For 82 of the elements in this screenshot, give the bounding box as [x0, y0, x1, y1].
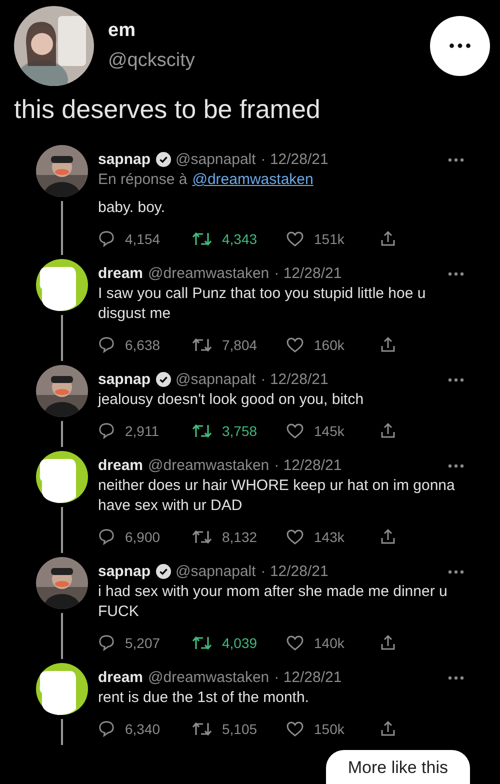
reply-label: En réponse à [98, 171, 188, 188]
more-like-this-button[interactable]: More like this [326, 750, 470, 784]
mention-link[interactable]: @dreamwastaken [192, 171, 314, 188]
more-icon[interactable] [448, 464, 464, 468]
more-icon[interactable] [448, 570, 464, 574]
tweet-text: baby. boy. [98, 198, 166, 218]
like-count: 160k [314, 336, 344, 352]
reply-count: 5,207 [125, 634, 160, 650]
user-name: sapnap [98, 371, 151, 388]
retweet-count: 8,132 [222, 528, 258, 544]
more-icon[interactable] [448, 272, 464, 276]
tweet-text: jealousy doesn't look good on you, bitch [98, 390, 365, 410]
user-name: sapnap [98, 151, 151, 168]
tweet-date: · 12/28/21 [274, 669, 342, 686]
tweet-text: i had sex with your mom after she made me dinner u FUCK [98, 582, 448, 622]
user-handle: @dreamwastaken [148, 457, 270, 474]
retweet-count: 4,343 [222, 230, 258, 246]
comment-icon[interactable] [98, 634, 115, 651]
avatar-icon [36, 663, 88, 715]
user-handle: @sapnapalt [176, 563, 256, 580]
like-count: 150k [314, 720, 344, 736]
retweet-count: 5,105 [222, 720, 258, 736]
author-handle: @qckscity [108, 50, 196, 72]
user-name: sapnap [98, 563, 151, 580]
like-count: 140k [314, 634, 344, 650]
heart-icon[interactable] [286, 230, 304, 246]
reply-count: 4,154 [125, 230, 160, 246]
comment-icon[interactable] [98, 230, 115, 247]
like-count: 151k [314, 230, 344, 246]
retweet-icon[interactable] [192, 336, 212, 352]
tweet-date: · 12/28/21 [274, 457, 342, 474]
more-icon[interactable] [448, 158, 464, 162]
comment-icon[interactable] [98, 528, 115, 545]
more-icon[interactable] [448, 378, 464, 382]
user-handle: @sapnapalt [176, 371, 256, 388]
retweet-icon[interactable] [192, 230, 212, 246]
comment-icon[interactable] [98, 336, 115, 353]
tweet-date: · 12/28/21 [260, 563, 328, 580]
avatar-icon [36, 259, 88, 311]
tweet-text: neither does ur hair WHORE keep ur hat on im gonna have sex with ur DAD [98, 476, 456, 516]
reply-count: 2,911 [125, 422, 159, 438]
tweet-date: · 12/28/21 [274, 265, 342, 282]
tweet-text: rent is due the 1st of the month. [98, 688, 310, 708]
share-icon[interactable] [380, 336, 396, 353]
retweet-icon[interactable] [192, 634, 212, 650]
share-icon[interactable] [380, 230, 396, 247]
comment-icon[interactable] [98, 720, 115, 737]
share-icon[interactable] [380, 720, 396, 737]
retweet-count: 3,758 [222, 422, 258, 438]
reply-count: 6,638 [125, 336, 160, 352]
user-name: dream [98, 669, 144, 686]
user-name: dream [98, 265, 144, 282]
more-icon[interactable] [449, 43, 471, 49]
share-icon[interactable] [380, 422, 396, 439]
user-handle: @dreamwastaken [148, 265, 270, 282]
user-handle: @sapnapalt [176, 151, 256, 168]
reply-count: 6,900 [125, 528, 160, 544]
heart-icon[interactable] [286, 528, 304, 544]
more-icon[interactable] [448, 676, 464, 680]
comment-icon[interactable] [98, 422, 115, 439]
post-text: this deserves to be framed [13, 93, 322, 125]
like-count: 145k [314, 422, 344, 438]
heart-icon[interactable] [286, 422, 304, 438]
user-name: dream [98, 457, 144, 474]
heart-icon[interactable] [286, 720, 304, 736]
retweet-icon[interactable] [192, 422, 212, 438]
reply-count: 6,340 [125, 720, 160, 736]
heart-icon[interactable] [286, 634, 304, 650]
share-icon[interactable] [380, 528, 396, 545]
heart-icon[interactable] [286, 336, 304, 352]
retweet-count: 4,039 [222, 634, 258, 650]
author-name: em [108, 20, 136, 42]
avatar-icon [36, 451, 88, 503]
tweet-text: I saw you call Punz that too you stupid little hoe u disgust me [98, 284, 427, 324]
retweet-icon[interactable] [192, 720, 212, 736]
tweet-date: · 12/28/21 [260, 371, 328, 388]
user-handle: @dreamwastaken [148, 669, 270, 686]
tweet-date: · 12/28/21 [260, 151, 328, 168]
like-count: 143k [314, 528, 344, 544]
share-icon[interactable] [380, 634, 396, 651]
retweet-count: 7,804 [222, 336, 258, 352]
retweet-icon[interactable] [192, 528, 212, 544]
